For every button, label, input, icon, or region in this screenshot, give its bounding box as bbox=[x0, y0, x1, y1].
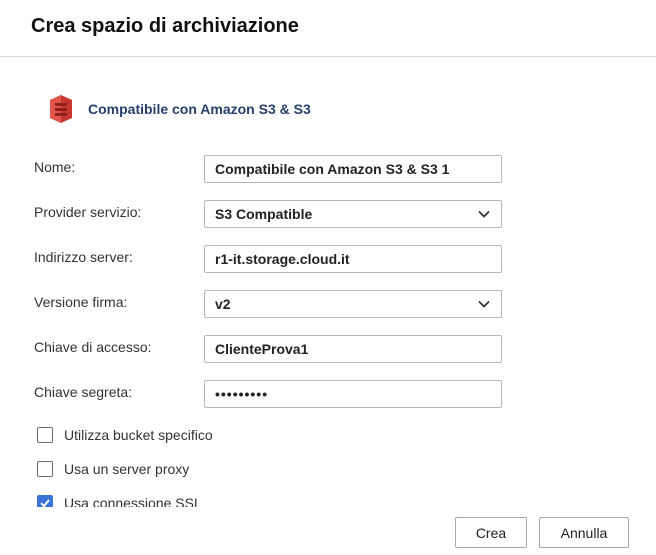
proxy-checkbox[interactable] bbox=[37, 461, 53, 477]
header-divider bbox=[0, 56, 656, 57]
provider-value: S3 Compatible bbox=[215, 206, 313, 222]
name-input[interactable]: Compatibile con Amazon S3 & S3 1 bbox=[204, 155, 502, 183]
ssl-checkbox[interactable] bbox=[37, 495, 53, 507]
access-key-input[interactable]: ClienteProva1 bbox=[204, 335, 502, 363]
specific-bucket-label: Utilizza bucket specifico bbox=[64, 427, 213, 443]
proxy-option[interactable]: Usa un server proxy bbox=[37, 461, 189, 477]
provider-select[interactable]: S3 Compatible bbox=[204, 200, 502, 228]
specific-bucket-option[interactable]: Utilizza bucket specifico bbox=[37, 427, 213, 443]
server-label: Indirizzo server: bbox=[34, 249, 133, 265]
service-header: Compatibile con Amazon S3 & S3 bbox=[48, 94, 311, 124]
chevron-down-icon bbox=[478, 300, 490, 308]
name-value: Compatibile con Amazon S3 & S3 1 bbox=[215, 161, 450, 177]
server-input[interactable]: r1-it.storage.cloud.it bbox=[204, 245, 502, 273]
checkmark-icon bbox=[40, 499, 50, 507]
scroll-clip-area: Usa connessione SSL bbox=[0, 492, 656, 507]
cancel-button[interactable]: Annulla bbox=[539, 517, 629, 548]
proxy-label: Usa un server proxy bbox=[64, 461, 190, 477]
create-button[interactable]: Crea bbox=[455, 517, 527, 548]
provider-label: Provider servizio: bbox=[34, 204, 142, 220]
signature-label: Versione firma: bbox=[34, 294, 128, 310]
access-key-value: ClienteProva1 bbox=[215, 341, 309, 357]
service-name: Compatibile con Amazon S3 & S3 bbox=[88, 101, 311, 117]
ssl-option[interactable]: Usa connessione SSL bbox=[37, 495, 202, 507]
specific-bucket-checkbox[interactable] bbox=[37, 427, 53, 443]
secret-key-value: ••••••••• bbox=[215, 386, 269, 402]
name-label: Nome: bbox=[34, 159, 76, 175]
secret-key-label: Chiave segreta: bbox=[34, 384, 133, 400]
secret-key-input[interactable]: ••••••••• bbox=[204, 380, 502, 408]
server-value: r1-it.storage.cloud.it bbox=[215, 251, 350, 267]
signature-value: v2 bbox=[215, 296, 231, 312]
amazon-s3-icon bbox=[50, 95, 72, 123]
signature-select[interactable]: v2 bbox=[204, 290, 502, 318]
chevron-down-icon bbox=[478, 210, 490, 218]
ssl-label: Usa connessione SSL bbox=[64, 495, 202, 507]
access-key-label: Chiave di accesso: bbox=[34, 339, 152, 355]
dialog-title: Crea spazio di archiviazione bbox=[31, 15, 299, 37]
